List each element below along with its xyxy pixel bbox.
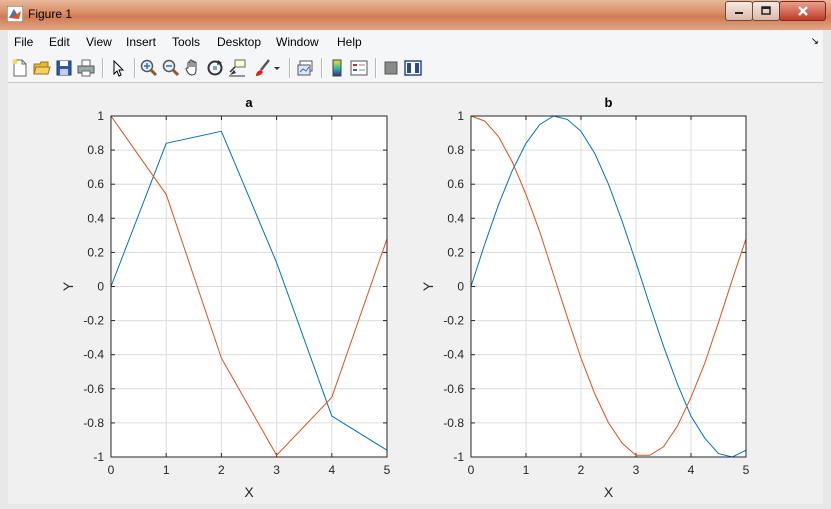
x-tick-label: 1 <box>163 463 170 477</box>
y-tick-label: 0 <box>457 280 464 294</box>
y-tick-label: 0.4 <box>87 211 104 225</box>
y-tick-label: 0 <box>97 280 104 294</box>
y-tick-label: -0.6 <box>443 382 464 396</box>
x-tick-label: 5 <box>384 463 391 477</box>
y-tick-label: -0.4 <box>83 348 104 362</box>
y-tick-label: -0.8 <box>83 416 104 430</box>
y-tick-label: 1 <box>97 109 104 123</box>
x-tick-label: 2 <box>578 463 585 477</box>
x-axis-label: X <box>604 484 614 500</box>
y-tick-label: 0.6 <box>87 177 104 191</box>
y-tick-label: 0.4 <box>447 211 464 225</box>
x-tick-label: 1 <box>523 463 530 477</box>
x-tick-label: 3 <box>273 463 280 477</box>
y-tick-label: -0.4 <box>443 348 464 362</box>
x-tick-label: 0 <box>468 463 475 477</box>
y-tick-label: 0.8 <box>447 143 464 157</box>
x-tick-label: 3 <box>633 463 640 477</box>
y-tick-label: -0.2 <box>443 314 464 328</box>
x-tick-label: 5 <box>743 463 750 477</box>
y-tick-label: -0.2 <box>83 314 104 328</box>
y-tick-label: -1 <box>453 450 464 464</box>
x-axis-label: X <box>244 484 254 500</box>
figure-canvas[interactable]: 0 1 2 3 4 5 -1 -0.8 -0.6 -0.4 -0.2 0 0.2 0.4 0.6 0.8 1 a X… <box>0 0 831 509</box>
x-tick-label: 2 <box>218 463 225 477</box>
y-axis-label: Y <box>420 281 436 291</box>
y-tick-label: 1 <box>457 109 464 123</box>
y-tick-label: 0.8 <box>87 143 104 157</box>
y-tick-label: 0.6 <box>447 177 464 191</box>
y-axis-label: Y <box>60 281 76 291</box>
x-tick-label: 0 <box>108 463 115 477</box>
x-tick-label: 4 <box>328 463 335 477</box>
y-tick-label: -0.6 <box>83 382 104 396</box>
y-tick-label: -0.8 <box>443 416 464 430</box>
y-tick-label: 0.2 <box>447 245 464 259</box>
plot-title: b <box>605 95 613 110</box>
plot-title: a <box>245 95 253 110</box>
x-tick-label: 4 <box>688 463 695 477</box>
y-tick-label: -1 <box>93 450 104 464</box>
y-tick-label: 0.2 <box>87 245 104 259</box>
